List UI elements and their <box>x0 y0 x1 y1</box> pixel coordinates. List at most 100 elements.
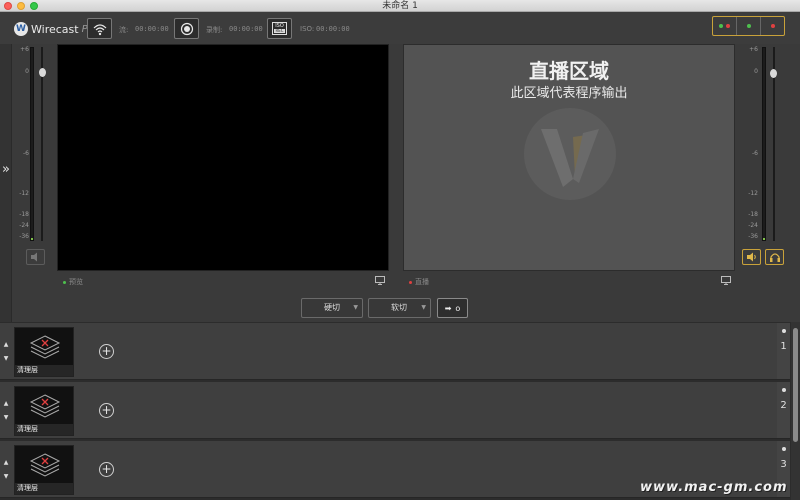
layer-number: 2 <box>780 400 787 411</box>
right-volume-knob[interactable] <box>770 69 777 78</box>
move-up-icon[interactable]: ▲ <box>2 456 10 470</box>
meter-tick: -18 <box>19 211 29 218</box>
app-name: Wirecast <box>31 22 79 36</box>
layer-number-tab[interactable]: 1 <box>777 323 790 380</box>
status-dot-red <box>726 24 730 28</box>
shot-thumbnail[interactable]: 清理层 <box>14 386 74 436</box>
stream-time: 00:00:00 <box>135 25 169 33</box>
wirecast-window: 未命名 1 W Wirecast Pro 流: 00:00:00 录制: 00:… <box>0 0 800 500</box>
record-icon <box>180 22 193 35</box>
sidebar-expand-strip[interactable]: » <box>0 44 12 322</box>
iso-time: 00:00:00 <box>316 25 350 33</box>
preview-monitor[interactable] <box>57 44 389 271</box>
scrollbar-thumb[interactable] <box>793 328 798 442</box>
wirecast-logo-icon: W <box>14 22 28 36</box>
expand-chevron-icon[interactable]: » <box>0 162 12 177</box>
meter-tick: +6 <box>749 46 758 53</box>
move-down-icon[interactable]: ▼ <box>2 470 10 484</box>
live-area-title: 直播区域 <box>529 59 609 83</box>
layer-number-tab[interactable]: 2 <box>777 382 790 439</box>
arrow-right-icon: ➡ <box>444 303 452 313</box>
iso-label: ISO: <box>300 25 315 33</box>
window-title: 未命名 1 <box>382 1 418 11</box>
speaker-icon <box>30 252 37 262</box>
app-logo: W Wirecast Pro <box>14 21 98 37</box>
layer-reorder-arrows[interactable]: ▲ ▼ <box>2 397 10 425</box>
shot-label: 清理层 <box>15 365 73 376</box>
layers-panel: ▲ ▼ 清理层 + 1 ▲ ▼ 清理层 + 2 ▲ ▼ 清理层 + 3 <box>0 322 800 500</box>
add-shot-button[interactable]: + <box>99 344 114 359</box>
left-volume-knob[interactable] <box>39 68 46 77</box>
meter-tick: +6 <box>20 46 29 53</box>
wirecast-watermark-icon <box>524 108 616 200</box>
iso-record-button[interactable]: ISO REC <box>267 18 292 39</box>
live-area-subtitle: 此区域代表程序输出 <box>510 86 628 101</box>
stream-label: 流: <box>119 26 129 34</box>
layer-reorder-arrows[interactable]: ▲ ▼ <box>2 456 10 484</box>
status-indicator-3[interactable] <box>761 17 784 35</box>
go-button-label: o <box>455 303 461 313</box>
shot-thumbnail[interactable]: 清理层 <box>14 327 74 377</box>
dropdown-arrow-icon: ▼ <box>421 304 426 311</box>
smooth-transition-dropdown[interactable]: 软切 ▼ <box>368 298 431 318</box>
output-status-group <box>712 16 785 36</box>
record-time: 00:00:00 <box>229 25 263 33</box>
meter-tick: -12 <box>19 190 29 197</box>
layer-number: 3 <box>780 459 787 470</box>
headphones-icon <box>769 252 780 262</box>
preview-audio-mute-button[interactable] <box>26 249 45 265</box>
status-dot-green <box>746 24 751 28</box>
meter-tick: -36 <box>748 233 758 240</box>
layers-scrollbar[interactable] <box>791 322 800 500</box>
iso-icon: ISO REC <box>272 22 287 35</box>
shot-label: 清理层 <box>15 424 73 435</box>
move-down-icon[interactable]: ▼ <box>2 352 10 366</box>
live-label: 直播 <box>409 277 429 287</box>
meter-tick: 0 <box>25 68 29 75</box>
move-up-icon[interactable]: ▲ <box>2 338 10 352</box>
status-indicator-2[interactable] <box>737 17 761 35</box>
iso-badge-rec: REC <box>274 28 285 33</box>
smooth-transition-label: 软切 <box>391 303 407 312</box>
headphones-button[interactable] <box>765 249 784 265</box>
layer-row: ▲ ▼ 清理层 + <box>0 323 777 380</box>
shot-label: 清理层 <box>15 483 73 494</box>
live-monitor[interactable]: 直播区域 此区域代表程序输出 <box>403 44 735 271</box>
stream-icon <box>93 23 106 35</box>
layers-stack-icon <box>29 453 61 477</box>
layers-stack-icon <box>29 335 61 359</box>
status-dot-red <box>770 24 775 28</box>
meter-tick: -18 <box>748 211 758 218</box>
visibility-dot-icon[interactable] <box>781 329 786 333</box>
move-down-icon[interactable]: ▼ <box>2 411 10 425</box>
right-level-meter <box>762 47 766 241</box>
meter-tick: 0 <box>754 68 758 75</box>
live-display-icon[interactable] <box>721 276 731 285</box>
speaker-icon <box>746 252 756 262</box>
status-indicator-1[interactable] <box>713 17 737 35</box>
visibility-dot-icon[interactable] <box>781 447 786 451</box>
stream-button[interactable] <box>87 18 112 39</box>
add-shot-button[interactable]: + <box>99 403 114 418</box>
left-level-meter <box>30 47 34 241</box>
preview-display-icon[interactable] <box>375 276 385 285</box>
layer-reorder-arrows[interactable]: ▲ ▼ <box>2 338 10 366</box>
preview-label: 预览 <box>63 277 83 287</box>
visibility-dot-icon[interactable] <box>781 388 786 392</box>
title-bar: 未命名 1 <box>0 0 800 12</box>
cut-transition-dropdown[interactable]: 硬切 ▼ <box>301 298 363 318</box>
meter-tick: -24 <box>748 222 758 229</box>
cut-transition-label: 硬切 <box>324 303 340 312</box>
meter-tick: -6 <box>23 150 29 157</box>
shot-thumbnail[interactable]: 清理层 <box>14 445 74 495</box>
live-audio-speaker-button[interactable] <box>742 249 761 265</box>
layer-row: ▲ ▼ 清理层 + <box>0 382 777 439</box>
layer-number: 1 <box>780 341 787 352</box>
move-up-icon[interactable]: ▲ <box>2 397 10 411</box>
go-button[interactable]: ➡ o <box>437 298 468 318</box>
site-watermark: www.mac-gm.com <box>640 480 788 495</box>
meter-tick: -6 <box>752 150 758 157</box>
record-button[interactable] <box>174 18 199 39</box>
status-dot-green <box>719 24 723 28</box>
add-shot-button[interactable]: + <box>99 462 114 477</box>
